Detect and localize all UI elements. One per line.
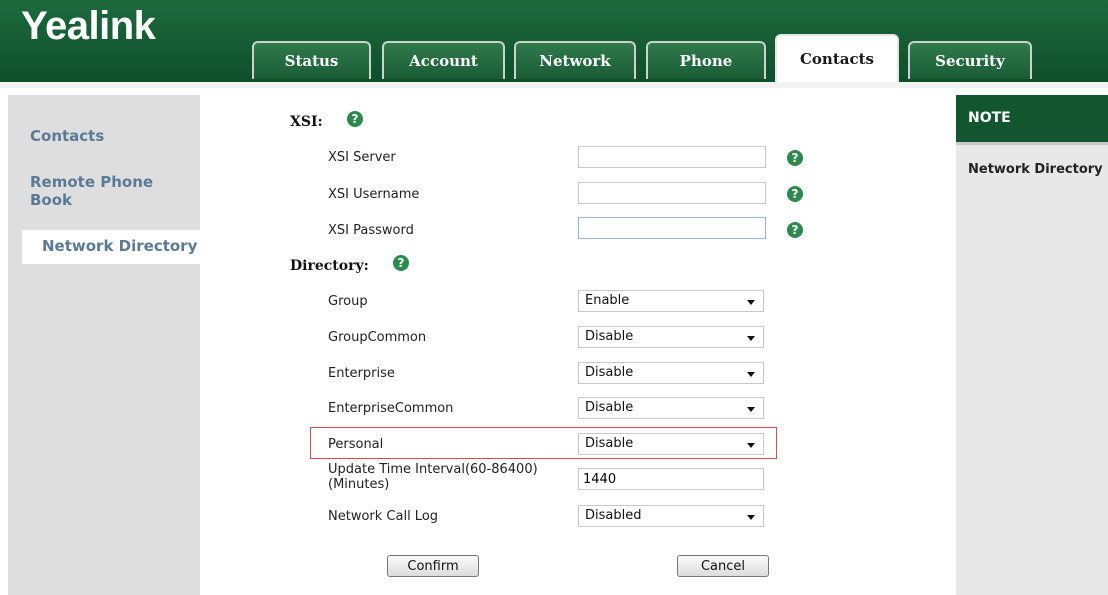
xsi-username-help-icon[interactable]: ? [787, 186, 803, 202]
xsi-server-input[interactable] [578, 146, 766, 168]
note-panel: NOTE Network Directory [956, 95, 1108, 595]
update-interval-input[interactable] [578, 468, 764, 490]
directory-section-label: Directory: [290, 258, 369, 274]
enterprisecommon-select-value: Disable [585, 400, 634, 415]
tab-network[interactable]: Network [514, 41, 636, 79]
xsi-username-label: XSI Username [328, 187, 420, 202]
groupcommon-select-value: Disable [585, 329, 634, 344]
chevron-down-icon [747, 300, 755, 305]
sidebar-item-contacts[interactable]: Contacts [30, 127, 104, 145]
note-text: Network Directory [968, 162, 1103, 177]
chevron-down-icon [747, 372, 755, 377]
directory-help-icon[interactable]: ? [393, 255, 409, 271]
yealink-logo: Yealink [21, 4, 156, 48]
personal-select[interactable]: Disable [578, 433, 764, 455]
chevron-down-icon [747, 336, 755, 341]
chevron-down-icon [747, 443, 755, 448]
tab-status[interactable]: Status [252, 41, 371, 79]
sidebar-item-remote-phone-book[interactable]: Remote Phone Book [30, 173, 180, 209]
tab-account[interactable]: Account [382, 41, 505, 79]
note-divider [956, 142, 1108, 145]
sidebar-item-label: Network Directory [42, 237, 198, 255]
groupcommon-select[interactable]: Disable [578, 326, 764, 348]
enterprise-label: Enterprise [328, 366, 395, 381]
xsi-password-input[interactable] [578, 217, 766, 239]
xsi-section-label: XSI: [290, 114, 323, 130]
header-bar: Yealink Status Account Network Phone Con… [0, 0, 1108, 82]
tab-security[interactable]: Security [908, 41, 1032, 79]
personal-label: Personal [328, 437, 384, 452]
xsi-server-help-icon[interactable]: ? [787, 150, 803, 166]
sidebar [8, 95, 200, 595]
xsi-username-input[interactable] [578, 182, 766, 204]
update-interval-label-line2: (Minutes) [328, 477, 390, 492]
network-call-log-select[interactable]: Disabled [578, 505, 764, 527]
update-interval-label-line1: Update Time Interval(60-86400) [328, 462, 538, 477]
enterprisecommon-label: EnterpriseCommon [328, 401, 454, 416]
personal-select-value: Disable [585, 436, 634, 451]
groupcommon-label: GroupCommon [328, 330, 427, 345]
tab-contacts[interactable]: Contacts [775, 34, 899, 82]
enterprise-select[interactable]: Disable [578, 362, 764, 384]
chevron-down-icon [747, 407, 755, 412]
xsi-help-icon[interactable]: ? [347, 111, 363, 127]
group-select-value: Enable [585, 293, 630, 308]
network-call-log-select-value: Disabled [585, 508, 642, 523]
xsi-server-label: XSI Server [328, 150, 396, 165]
cancel-button[interactable]: Cancel [677, 555, 769, 577]
confirm-button[interactable]: Confirm [387, 555, 479, 577]
enterprise-select-value: Disable [585, 365, 634, 380]
network-call-log-label: Network Call Log [328, 509, 439, 524]
group-label: Group [328, 294, 368, 309]
group-select[interactable]: Enable [578, 290, 764, 312]
header-divider [0, 82, 1108, 88]
enterprisecommon-select[interactable]: Disable [578, 397, 764, 419]
chevron-down-icon [747, 515, 755, 520]
sidebar-item-network-directory[interactable]: Network Directory [22, 230, 200, 264]
xsi-password-help-icon[interactable]: ? [787, 222, 803, 238]
xsi-password-label: XSI Password [328, 223, 414, 238]
note-title: NOTE [956, 95, 1108, 142]
update-interval-label: Update Time Interval(60-86400) (Minutes) [328, 462, 538, 492]
tab-phone[interactable]: Phone [646, 41, 766, 79]
